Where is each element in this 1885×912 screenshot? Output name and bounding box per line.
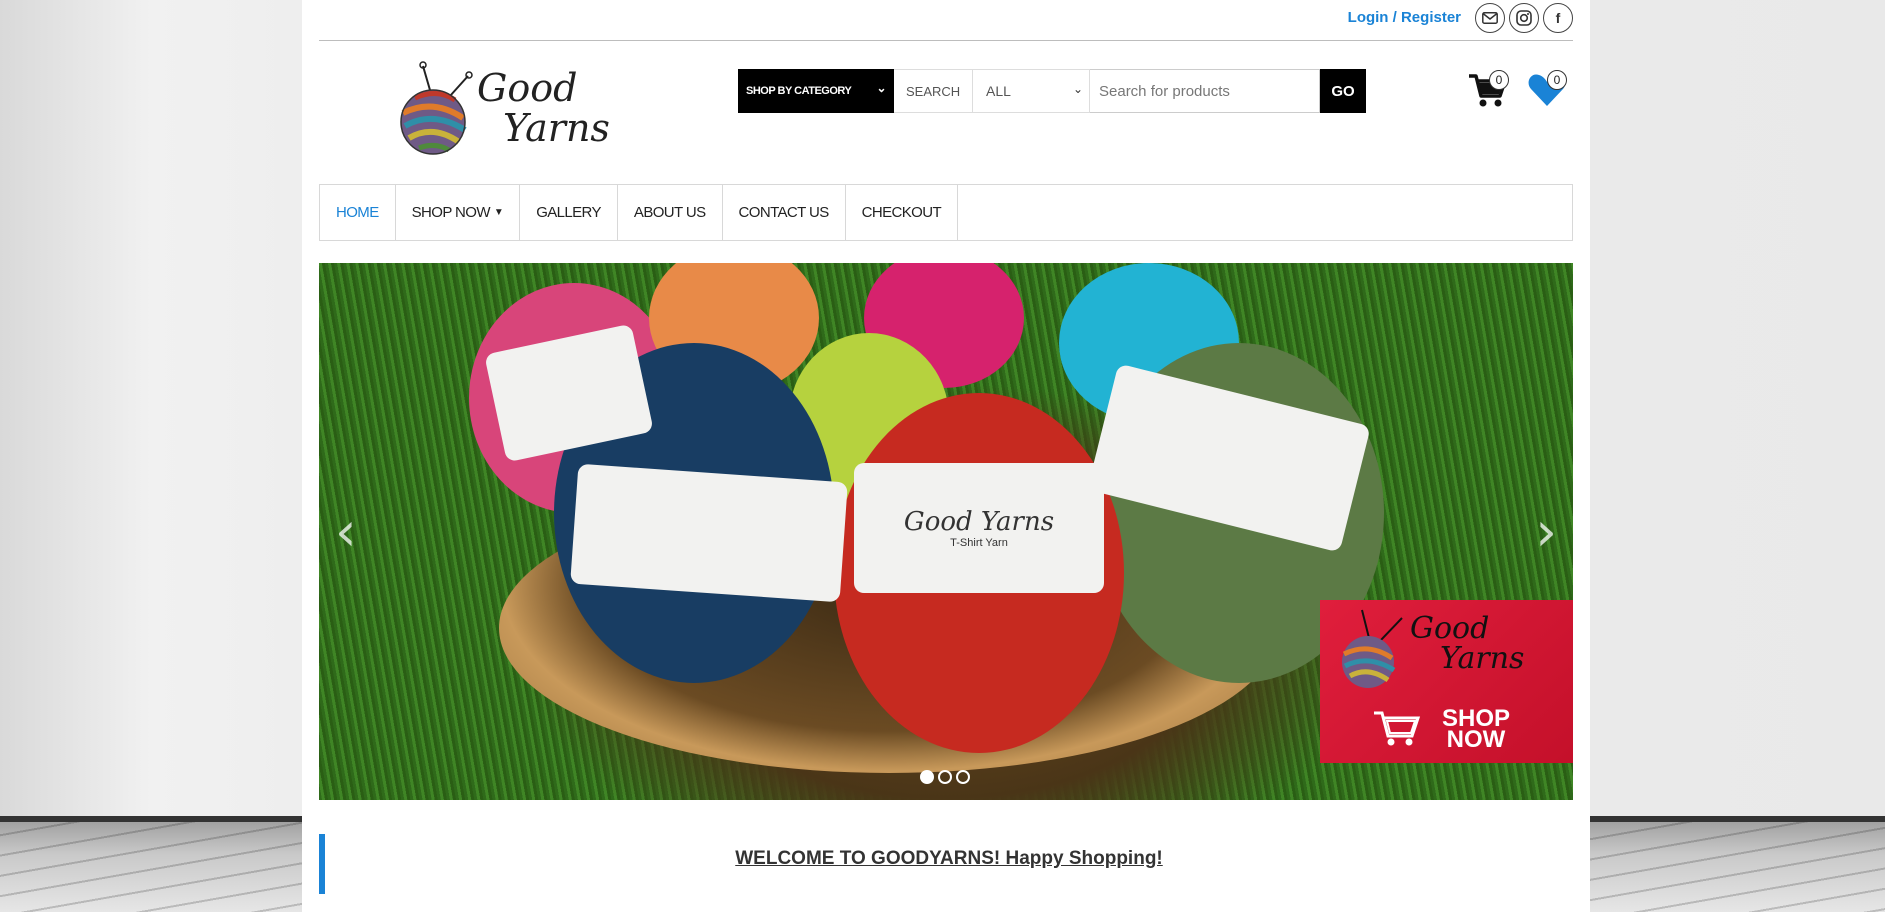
search-scope-select[interactable]: ALL ⌄ [973,69,1090,113]
logo-wordmark: Good Yarns [477,68,610,148]
cart-icon [1374,711,1421,746]
facebook-icon[interactable]: f [1543,3,1573,33]
carousel-prev-arrow[interactable]: ‹ [335,505,357,559]
instagram-icon[interactable] [1509,3,1539,33]
search-bar: SHOP BY CATEGORY ⌄ SEARCH ALL ⌄ GO [738,69,1366,113]
nav-label: GALLERY [536,204,601,221]
yarn-label-band [570,463,848,603]
hero-carousel: Good Yarns T-Shirt Yarn ‹ › Good Yarns S… [319,263,1573,800]
band-brand-text: Good Yarns [903,507,1055,537]
login-register-link[interactable]: Login / Register [1348,9,1461,26]
wishlist-count-badge: 0 [1547,70,1567,90]
go-button[interactable]: GO [1320,69,1366,113]
carousel-dot-3[interactable] [956,770,970,784]
site-logo[interactable]: Good Yarns [393,58,623,168]
product-search-input[interactable] [1090,69,1320,113]
page-container: Login / Register f Good Yarns SHOP BY CA… [302,0,1590,912]
logo-line-good: Good [477,66,578,110]
nav-label: HOME [336,204,379,221]
mail-icon[interactable] [1475,3,1505,33]
welcome-link[interactable]: WELCOME TO GOODYARNS! Happy Shopping! [325,848,1573,870]
cart-count-badge: 0 [1489,70,1509,90]
category-label: SHOP BY CATEGORY [746,85,852,97]
nav-item-shop-now[interactable]: SHOP NOW ▼ [396,185,521,240]
welcome-section: WELCOME TO GOODYARNS! Happy Shopping! [319,834,1573,894]
nav-item-about-us[interactable]: ABOUT US [618,185,723,240]
nav-label: SHOP NOW [411,204,491,221]
nav-label: CONTACT US [738,204,830,221]
chevron-down-icon: ⌄ [1072,82,1083,96]
yarn-ball-logo-icon [400,61,473,155]
carousel-dot-2[interactable] [938,770,952,784]
band-subtext: T-Shirt Yarn [950,537,1008,549]
facebook-glyph: f [1555,10,1561,26]
cart-button[interactable]: 0 [1468,70,1510,110]
wishlist-button[interactable]: 0 [1527,70,1569,110]
nav-item-home[interactable]: HOME [320,185,396,240]
top-bar: Login / Register f [319,0,1573,41]
caret-down-icon: ▼ [493,207,504,218]
nav-item-contact-us[interactable]: CONTACT US [723,185,846,240]
promo-logo-line2: Yarns [1440,641,1525,676]
scope-value: ALL [986,83,1011,99]
nav-label: ABOUT US [633,204,706,221]
promo-shop-now-text: SHOP NOW [1442,707,1510,753]
yarn-ball-logo-icon [1342,609,1403,688]
main-nav: HOME SHOP NOW ▼ GALLERY ABOUT US CONTACT… [319,184,1573,241]
promo-shop-line2: NOW [1446,726,1506,753]
nav-label: CHECKOUT [861,204,942,221]
shop-by-category-dropdown[interactable]: SHOP BY CATEGORY ⌄ [738,69,894,113]
logo-line-yarns: Yarns [503,106,610,150]
carousel-dot-1[interactable] [920,770,934,784]
shop-now-promo-banner[interactable]: Good Yarns SHOP NOW [1320,600,1573,763]
promo-logo-line1: Good [1410,611,1490,646]
search-label: SEARCH [894,69,973,113]
carousel-next-arrow[interactable]: › [1535,505,1557,559]
chevron-down-icon: ⌄ [876,81,886,95]
social-links: f [1475,3,1573,33]
nav-item-gallery[interactable]: GALLERY [520,185,618,240]
promo-wordmark: Good Yarns [1410,614,1524,674]
carousel-indicators [920,770,970,784]
yarn-label-band-front: Good Yarns T-Shirt Yarn [854,463,1104,593]
header: Good Yarns SHOP BY CATEGORY ⌄ SEARCH ALL… [319,42,1573,184]
nav-item-checkout[interactable]: CHECKOUT [846,185,959,240]
